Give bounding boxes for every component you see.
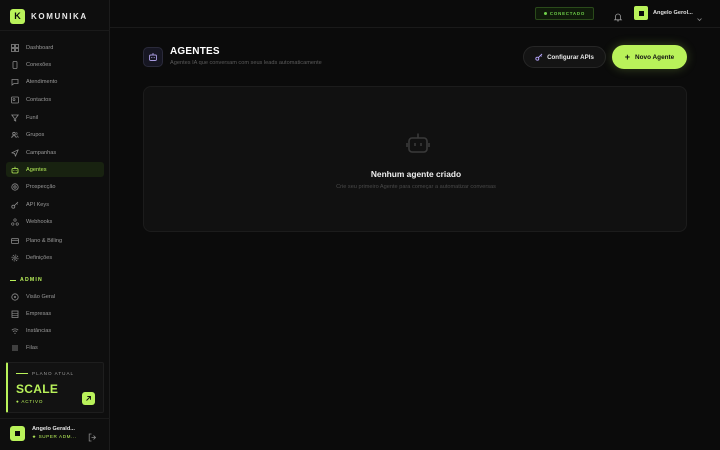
sidebar-item-label: Webhooks [26, 218, 53, 225]
sidebar-item-label: Contactos [26, 96, 52, 103]
plan-label-text: PLANO ATUAL [32, 371, 75, 376]
divider [0, 418, 110, 419]
plan-name: SCALE [16, 382, 59, 396]
avatar-glyph [638, 10, 644, 16]
bot-icon [143, 47, 163, 67]
admin-heading-label: ADMIN [20, 277, 44, 283]
sidebar-item-dashboard[interactable]: Dashboard [6, 40, 104, 55]
grid-icon [11, 43, 19, 52]
admin-section-heading: ADMIN [10, 277, 43, 283]
sidebar-item-api-keys[interactable]: API Keys [6, 197, 104, 212]
divider [10, 279, 16, 281]
plan-card: PLANO ATUAL SCALE ● ACTIVO [6, 362, 104, 413]
sidebar-item-funil[interactable]: Funil [6, 110, 104, 125]
phone-icon [11, 60, 19, 69]
bell-icon[interactable] [613, 9, 623, 22]
sidebar-item-label: Plano & Billing [26, 237, 63, 244]
brand[interactable]: K KOMUNIKA [10, 8, 88, 24]
building-icon [11, 310, 19, 318]
sidebar-item-label: Prospecção [26, 183, 56, 190]
send-icon [11, 148, 19, 157]
status-badge: CONECTADO [535, 7, 594, 20]
key-icon [535, 53, 543, 61]
wifi-icon [11, 327, 19, 335]
new-agent-button[interactable]: + Novo Agente [612, 45, 687, 69]
sidebar-item-label: Conexões [26, 61, 52, 68]
filter-icon [11, 114, 19, 122]
sidebar-item-filas[interactable]: Filas [6, 340, 104, 355]
arrow-up-right-icon [86, 396, 91, 401]
sidebar-item-label: Agentes [26, 166, 47, 173]
sidebar-item-webhooks[interactable]: Webhooks [6, 214, 104, 229]
page-title: AGENTES [170, 46, 220, 57]
status-badge-label: CONECTADO [549, 11, 586, 16]
empty-state-title: Nenhum agente criado [370, 169, 462, 179]
avatar[interactable] [634, 6, 648, 20]
brand-logo: K [10, 8, 25, 24]
sidebar-item-instancias[interactable]: Instâncias [6, 323, 104, 338]
sidebar-item-prospeccao[interactable]: Prospecção [6, 179, 104, 194]
new-agent-label: Novo Agente [635, 53, 675, 61]
divider [16, 373, 28, 374]
key-icon [11, 201, 19, 209]
plan-status: ● ACTIVO [16, 399, 44, 404]
logout-icon[interactable] [88, 429, 97, 442]
contacts-icon [11, 96, 19, 104]
sidebar-item-label: Dashboard [26, 44, 54, 51]
card-icon [11, 237, 19, 245]
avatar[interactable] [10, 426, 25, 441]
upgrade-arrow-button[interactable] [82, 392, 95, 405]
chevron-down-icon[interactable] [696, 10, 703, 22]
brand-name: KOMUNIKA [31, 11, 88, 21]
gear-icon [11, 254, 19, 262]
sidebar-item-label: Campanhas [26, 149, 57, 156]
sidebar-item-conexoes[interactable]: Conexões [6, 57, 104, 72]
sidebar-item-label: Grupos [26, 131, 45, 138]
bot-icon [11, 166, 19, 174]
chat-icon [11, 78, 19, 86]
empty-state-card: Nenhum agente criado Crie seu primeiro A… [143, 86, 687, 232]
page-subtitle: Agentes IA que conversam com seus leads … [170, 60, 322, 66]
sidebar-item-label: Atendimento [26, 78, 58, 85]
sidebar-item-contactos[interactable]: Contactos [6, 92, 104, 107]
user-role: ★ SUPER ADM... [32, 434, 77, 439]
sidebar-item-visao-geral[interactable]: Visão Geral [6, 289, 104, 304]
sidebar-item-definicoes[interactable]: Definições [6, 250, 104, 265]
sidebar-item-label: Funil [26, 114, 39, 121]
configure-apis-label: Configurar APIs [547, 53, 594, 61]
app-root: K KOMUNIKA Dashboard Conexões Atendiment… [0, 0, 720, 450]
topbar: CONECTADO Angelo Gerol... [110, 0, 720, 28]
target-icon [11, 182, 19, 191]
list-icon [11, 344, 19, 352]
plus-icon: + [624, 51, 631, 62]
bot-icon [406, 132, 430, 154]
sidebar-item-atendimento[interactable]: Atendimento [6, 74, 104, 89]
sidebar-item-label: Filas [26, 344, 38, 351]
empty-state-subtitle: Crie seu primeiro Agente para começar a … [336, 184, 496, 190]
sidebar-item-empresas[interactable]: Empresas [6, 306, 104, 321]
webhook-icon [11, 217, 19, 226]
sidebar-item-label: Empresas [26, 310, 52, 317]
sidebar-item-label: Visão Geral [26, 293, 56, 300]
sidebar: K KOMUNIKA Dashboard Conexões Atendiment… [0, 0, 110, 450]
sidebar-item-plano-billing[interactable]: Plano & Billing [6, 233, 104, 248]
plan-label: PLANO ATUAL [16, 371, 74, 376]
sidebar-item-agentes[interactable]: Agentes [6, 162, 104, 177]
avatar-glyph [15, 431, 20, 436]
user-name: Angelo Gerald... [32, 426, 75, 432]
sidebar-item-label: Instâncias [26, 327, 52, 334]
sidebar-item-label: API Keys [26, 201, 50, 208]
sidebar-item-campanhas[interactable]: Campanhas [6, 145, 104, 160]
users-icon [11, 131, 19, 139]
divider [0, 30, 110, 31]
topbar-user-name[interactable]: Angelo Gerol... [653, 10, 693, 16]
configure-apis-button[interactable]: Configurar APIs [523, 46, 606, 68]
sidebar-item-grupos[interactable]: Grupos [6, 127, 104, 142]
eye-icon [11, 292, 19, 301]
status-dot-icon [543, 12, 547, 15]
sidebar-item-label: Definições [26, 254, 53, 261]
